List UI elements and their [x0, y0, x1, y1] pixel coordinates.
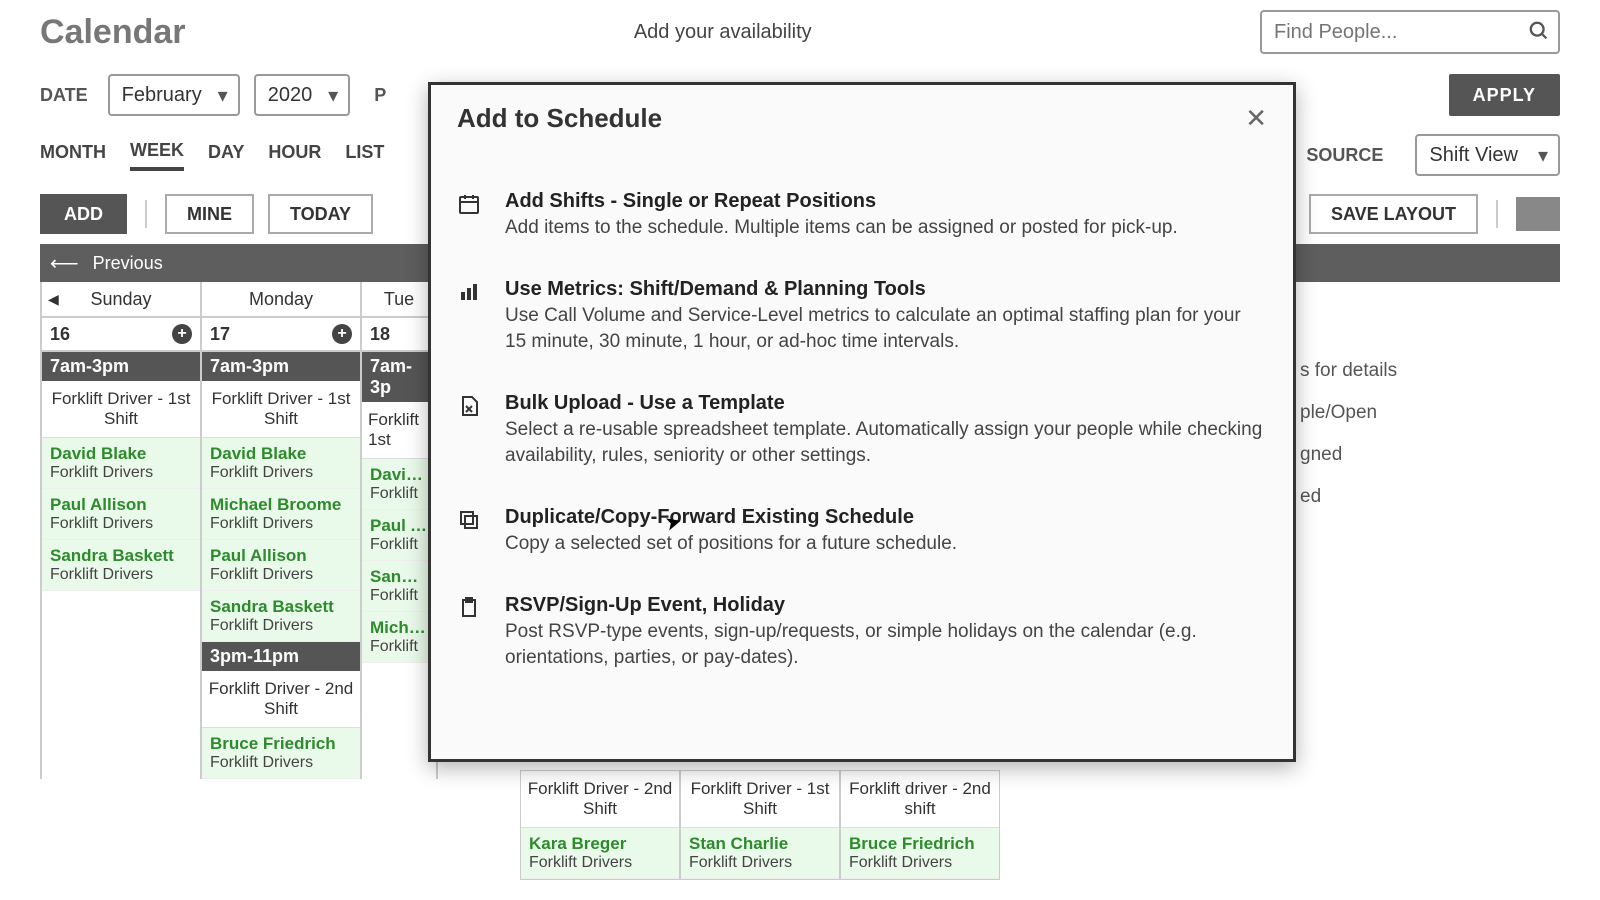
search-icon	[1528, 20, 1550, 42]
shift-time: 7am-3pm	[202, 352, 360, 381]
shift-title[interactable]: Forklift Driver - 2nd Shift	[202, 671, 360, 728]
assigned-person[interactable]: David BlForklift	[362, 459, 436, 510]
month-value: February	[122, 84, 202, 107]
tab-list[interactable]: LIST	[345, 142, 384, 169]
arrow-left-icon: ⟵	[50, 251, 79, 276]
day-header: Sunday	[90, 289, 151, 310]
source-select[interactable]: Shift View ▾	[1415, 134, 1560, 176]
month-select[interactable]: February ▾	[108, 74, 240, 116]
shift-title[interactable]: Forklift Driver - 1st Shift	[202, 381, 360, 438]
assigned-person[interactable]: MichaelForklift	[362, 612, 436, 663]
tab-week[interactable]: WEEK	[130, 140, 184, 171]
tab-hour[interactable]: HOUR	[268, 142, 321, 169]
shift-time: 7am-3p	[362, 352, 436, 402]
legend-open: ple/Open	[1300, 392, 1560, 434]
shift-title[interactable]: Forklift driver - 2nd shift	[841, 771, 999, 828]
day-number: 16	[50, 324, 70, 345]
assigned-person[interactable]: Paul AlliForklift	[362, 510, 436, 561]
today-button[interactable]: TODAY	[268, 194, 373, 234]
modal-title: Add to Schedule	[457, 103, 662, 134]
assigned-person[interactable]: Bruce FriedrichForklift Drivers	[202, 728, 360, 779]
layout-icon[interactable]	[1516, 197, 1560, 231]
option-use-metrics[interactable]: Use Metrics: Shift/Demand & Planning Too…	[457, 260, 1267, 374]
mine-button[interactable]: MINE	[165, 194, 254, 234]
search-input[interactable]	[1260, 10, 1560, 54]
close-icon[interactable]: ✕	[1245, 103, 1267, 134]
add-availability-link[interactable]: Add your availability	[186, 21, 1261, 44]
assigned-person[interactable]: Paul AllisonForklift Drivers	[202, 540, 360, 591]
assigned-person[interactable]: Sandra BForklift	[362, 561, 436, 612]
shift-time: 3pm-11pm	[202, 642, 360, 671]
option-bulk-upload[interactable]: Bulk Upload - Use a TemplateSelect a re-…	[457, 374, 1267, 488]
date-label: DATE	[40, 85, 88, 106]
shift-title[interactable]: Forklift Driver - 1st Shift	[681, 771, 839, 828]
assigned-person[interactable]: Sandra BaskettForklift Drivers	[42, 540, 200, 591]
shift-title[interactable]: Forklift Driver - 2nd Shift	[521, 771, 679, 828]
add-shift-icon[interactable]: +	[332, 324, 352, 344]
partial-label: P	[374, 85, 386, 106]
assigned-person[interactable]: David BlakeForklift Drivers	[42, 438, 200, 489]
add-to-schedule-modal: Add to Schedule ✕ Add Shifts - Single or…	[428, 82, 1296, 762]
shift-title[interactable]: Forklift1st	[362, 402, 436, 459]
spreadsheet-icon	[457, 392, 487, 470]
source-value: Shift View	[1429, 144, 1518, 167]
shift-time: 7am-3pm	[42, 352, 200, 381]
day-number: 18	[370, 324, 390, 345]
copy-icon	[457, 506, 487, 558]
assigned-person[interactable]: Stan CharlieForklift Drivers	[681, 828, 839, 879]
save-layout-button[interactable]: SAVE LAYOUT	[1309, 194, 1478, 234]
source-label: SOURCE	[1306, 145, 1383, 166]
assigned-person[interactable]: Kara BregerForklift Drivers	[521, 828, 679, 879]
add-button[interactable]: ADD	[40, 194, 127, 234]
assigned-person[interactable]: Michael BroomeForklift Drivers	[202, 489, 360, 540]
divider	[145, 200, 147, 228]
assigned-person[interactable]: David BlakeForklift Drivers	[202, 438, 360, 489]
year-select[interactable]: 2020 ▾	[254, 74, 351, 116]
assigned-person[interactable]: Sandra BaskettForklift Drivers	[202, 591, 360, 642]
day-header: Monday	[249, 289, 313, 310]
chevron-down-icon: ▾	[328, 83, 338, 108]
chart-icon	[457, 278, 487, 356]
legend-details: s for details	[1300, 350, 1560, 392]
assigned-person[interactable]: Bruce FriedrichForklift Drivers	[841, 828, 999, 879]
previous-label: Previous	[93, 253, 163, 274]
clipboard-icon	[457, 594, 487, 672]
calendar-icon	[457, 190, 487, 242]
legend-assigned: gned	[1300, 434, 1560, 476]
chevron-down-icon: ▾	[218, 83, 228, 108]
shift-title[interactable]: Forklift Driver - 1st Shift	[42, 381, 200, 438]
day-number: 17	[210, 324, 230, 345]
chevron-down-icon: ▾	[1538, 143, 1548, 168]
tab-day[interactable]: DAY	[208, 142, 244, 169]
apply-button[interactable]: APPLY	[1449, 74, 1560, 116]
year-value: 2020	[268, 84, 313, 107]
day-header: Tue	[384, 289, 414, 310]
option-add-shifts[interactable]: Add Shifts - Single or Repeat PositionsA…	[457, 172, 1267, 260]
prev-triangle-icon[interactable]: ◀	[48, 291, 59, 308]
option-rsvp[interactable]: RSVP/Sign-Up Event, HolidayPost RSVP-typ…	[457, 576, 1267, 690]
tab-month[interactable]: MONTH	[40, 142, 106, 169]
add-shift-icon[interactable]: +	[172, 324, 192, 344]
assigned-person[interactable]: Paul AllisonForklift Drivers	[42, 489, 200, 540]
page-title: Calendar	[40, 13, 186, 52]
option-duplicate[interactable]: Duplicate/Copy-Forward Existing Schedule…	[457, 488, 1267, 576]
divider	[1496, 200, 1498, 228]
legend-posted: ed	[1300, 476, 1560, 518]
